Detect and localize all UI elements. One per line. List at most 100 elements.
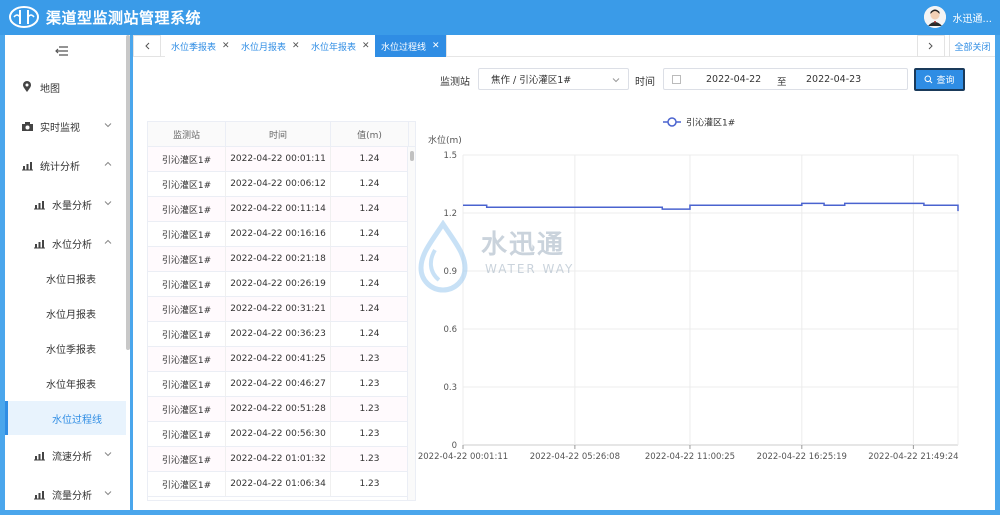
tab-scroll-right[interactable]: [917, 35, 945, 57]
username[interactable]: 水迅通...: [952, 10, 992, 25]
table-cell: 2022-04-22 00:06:12: [226, 172, 331, 196]
table-scrollbar[interactable]: [407, 147, 415, 500]
app-title: 渠道型监测站管理系统: [46, 9, 202, 27]
user-menu[interactable]: 水迅通...: [924, 6, 992, 28]
close-icon[interactable]: ✕: [362, 41, 370, 51]
table-cell: 1.24: [331, 322, 409, 346]
table-row[interactable]: 引沁灌区1# 2022-04-22 01:06:34 1.23: [148, 472, 409, 497]
chart-icon: [32, 487, 46, 501]
y-tick-label: 1.5: [443, 151, 457, 161]
table-row[interactable]: 引沁灌区1# 2022-04-22 00:16:16 1.24: [148, 222, 409, 247]
sidebar-sub-daily-report[interactable]: 水位日报表: [5, 261, 126, 295]
tab-process-line[interactable]: 水位过程线 ✕: [375, 35, 447, 57]
table-row[interactable]: 引沁灌区1# 2022-04-22 00:36:23 1.24: [148, 322, 409, 347]
table-cell: 2022-04-22 01:06:34: [226, 472, 331, 496]
chart-icon: [20, 158, 34, 172]
table-row[interactable]: 引沁灌区1# 2022-04-22 00:46:27 1.23: [148, 372, 409, 397]
table-header: 监测站 时间 值(m): [148, 122, 415, 147]
legend-marker: [667, 117, 677, 127]
table-cell: 2022-04-22 00:01:11: [226, 147, 331, 171]
table-row[interactable]: 引沁灌区1# 2022-04-22 01:01:32 1.23: [148, 447, 409, 472]
date-range-picker[interactable]: 2022-04-22 至 2022-04-23: [663, 68, 908, 90]
table-row[interactable]: 引沁灌区1# 2022-04-22 00:31:21 1.24: [148, 297, 409, 322]
tab-quarterly[interactable]: 水位季报表 ✕: [165, 35, 237, 57]
app-root: 渠道型监测站管理系统 水迅通... 地图 实时监视 统计分析 水量分析 水位分析…: [0, 0, 1000, 515]
sidebar-item-water-level[interactable]: 水位分析: [5, 226, 126, 260]
search-icon: [924, 75, 933, 84]
table-cell: 2022-04-22 00:16:16: [226, 222, 331, 246]
sidebar-item-label: 流速分析: [52, 451, 92, 463]
x-tick-label: 2022-04-22 00:01:11: [418, 452, 508, 462]
table-row[interactable]: 引沁灌区1# 2022-04-22 00:01:11 1.24: [148, 147, 409, 172]
table-cell: 引沁灌区1#: [148, 247, 226, 271]
scrollbar-thumb[interactable]: [410, 151, 414, 161]
sidebar-item-flow-rate[interactable]: 流量分析: [5, 477, 126, 510]
sidebar-item-stats[interactable]: 统计分析: [5, 148, 126, 182]
chart-icon: [32, 236, 46, 250]
avatar[interactable]: [924, 6, 947, 28]
table-row[interactable]: 引沁灌区1# 2022-04-22 00:51:28 1.23: [148, 397, 409, 422]
chevron-down-icon: [104, 491, 112, 496]
table-cell: 2022-04-22 00:26:19: [226, 272, 331, 296]
sidebar-sub-monthly-report[interactable]: 水位月报表: [5, 296, 126, 330]
table-cell: 1.23: [331, 422, 409, 446]
chevron-up-icon: [104, 161, 112, 166]
watermark-subtitle: WATER WAY: [485, 262, 575, 276]
table-cell: 引沁灌区1#: [148, 297, 226, 321]
table-row[interactable]: 引沁灌区1# 2022-04-22 00:26:19 1.24: [148, 272, 409, 297]
start-date[interactable]: 2022-04-22: [706, 74, 761, 85]
table-row[interactable]: 引沁灌区1# 2022-04-22 00:21:18 1.24: [148, 247, 409, 272]
table-cell: 2022-04-22 00:46:27: [226, 372, 331, 396]
table-cell: 1.24: [331, 272, 409, 296]
table-row[interactable]: 引沁灌区1# 2022-04-22 00:56:30 1.23: [148, 422, 409, 447]
top-header: 渠道型监测站管理系统 水迅通...: [0, 0, 1000, 35]
table-cell: 引沁灌区1#: [148, 397, 226, 421]
table-row[interactable]: 引沁灌区1# 2022-04-22 00:11:14 1.24: [148, 197, 409, 222]
tab-label: 水位季报表: [171, 42, 217, 53]
chevron-down-icon: [104, 123, 112, 128]
tab-monthly[interactable]: 水位月报表 ✕: [235, 35, 307, 57]
table-cell: 1.23: [331, 447, 409, 471]
close-icon[interactable]: ✕: [292, 41, 300, 51]
table-row[interactable]: 引沁灌区1# 2022-04-22 00:06:12 1.24: [148, 172, 409, 197]
table-row[interactable]: 引沁灌区1# 2022-04-22 00:41:25 1.23: [148, 347, 409, 372]
sidebar-scrollbar[interactable]: [126, 35, 130, 350]
line-chart: 0 0.3 0.6 0.9 1.2 1.5 2022-04-22 00:01:11 2022-…: [418, 110, 978, 510]
end-date[interactable]: 2022-04-23: [806, 74, 861, 85]
column-header: 时间: [226, 122, 331, 146]
table-cell: 1.24: [331, 222, 409, 246]
close-icon[interactable]: ✕: [432, 41, 440, 51]
table-cell: 引沁灌区1#: [148, 322, 226, 346]
table-cell: 引沁灌区1#: [148, 422, 226, 446]
table-cell: 引沁灌区1#: [148, 372, 226, 396]
x-tick-label: 2022-04-22 16:25:19: [757, 452, 847, 462]
close-all-tabs-button[interactable]: 全部关闭: [949, 35, 995, 57]
chevron-down-icon: [104, 201, 112, 206]
table-cell: 1.23: [331, 347, 409, 371]
tab-yearly[interactable]: 水位年报表 ✕: [305, 35, 377, 57]
table-cell: 2022-04-22 00:41:25: [226, 347, 331, 371]
table-cell: 引沁灌区1#: [148, 472, 226, 496]
calendar-icon: [672, 75, 681, 84]
sidebar-sub-quarterly-report[interactable]: 水位季报表: [5, 331, 126, 365]
y-tick-label: 1.2: [443, 209, 457, 219]
column-header: 监测站: [148, 122, 226, 146]
sidebar-item-realtime[interactable]: 实时监视: [5, 109, 126, 143]
sidebar-item-flow-speed[interactable]: 流速分析: [5, 438, 126, 472]
menu-collapse-icon[interactable]: [55, 45, 69, 57]
query-button[interactable]: 查询: [914, 68, 965, 91]
tab-label: 水位年报表: [311, 42, 357, 53]
station-select[interactable]: 焦作 / 引沁灌区1#: [478, 68, 629, 90]
watermark: 水迅通 WATER WAY: [413, 219, 593, 300]
sidebar-sub-process-line[interactable]: 水位过程线: [5, 401, 126, 435]
sidebar-item-water-volume[interactable]: 水量分析: [5, 187, 126, 221]
tab-scroll-left[interactable]: [133, 35, 161, 57]
tab-bar: 水位季报表 ✕ 水位月报表 ✕ 水位年报表 ✕ 水位过程线 ✕ 全部关闭: [133, 35, 995, 57]
sidebar-item-label: 流量分析: [52, 490, 92, 502]
table-cell: 引沁灌区1#: [148, 272, 226, 296]
sidebar-sub-yearly-report[interactable]: 水位年报表: [5, 366, 126, 400]
tab-label: 水位过程线: [381, 42, 427, 53]
table-cell: 2022-04-22 00:21:18: [226, 247, 331, 271]
sidebar-item-map[interactable]: 地图: [5, 70, 126, 104]
close-icon[interactable]: ✕: [222, 41, 230, 51]
